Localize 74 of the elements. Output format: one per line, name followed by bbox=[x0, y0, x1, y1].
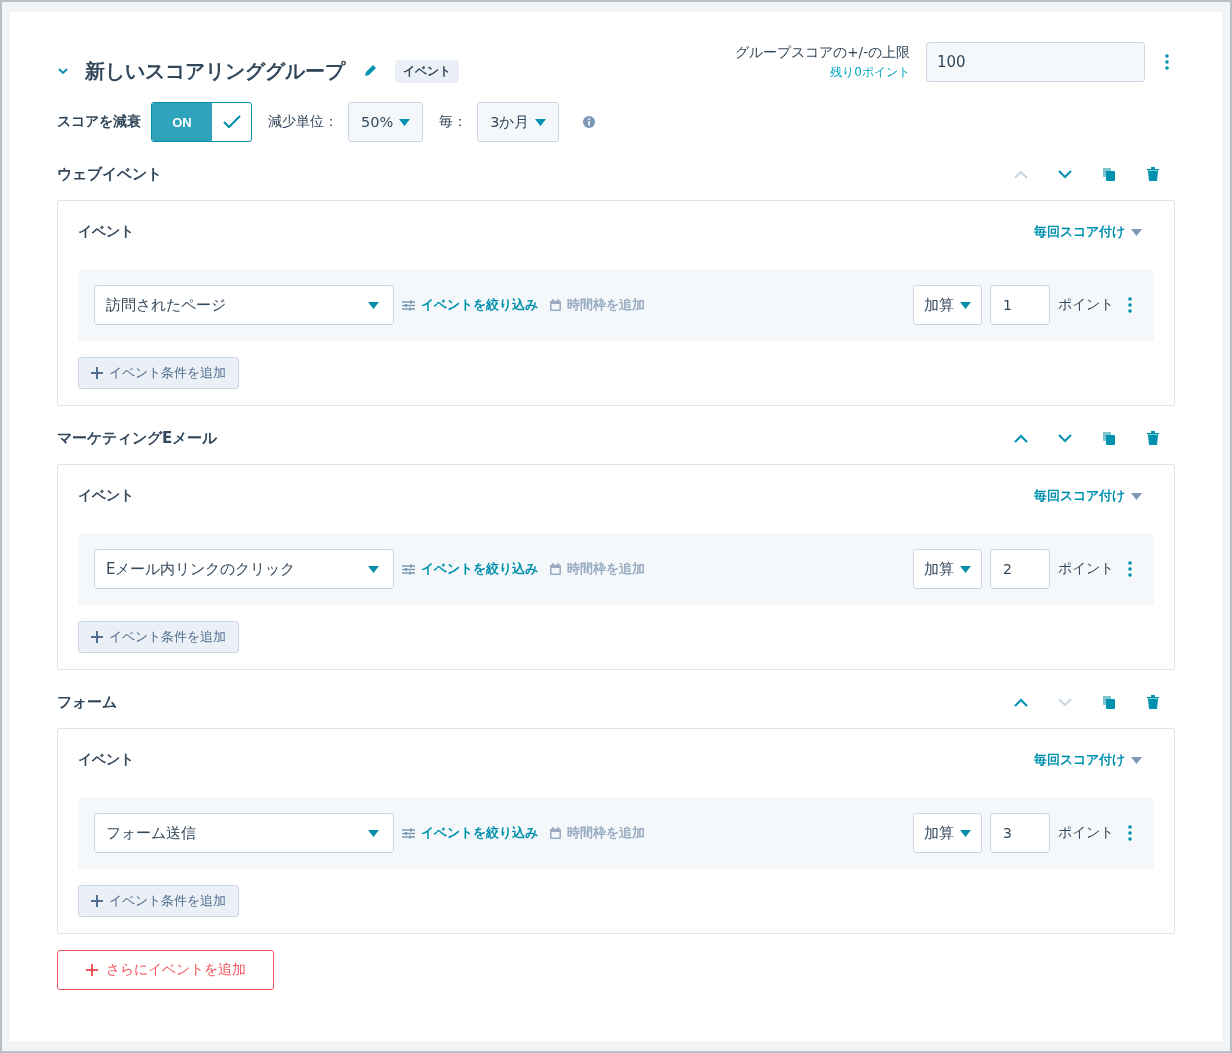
calendar-icon bbox=[550, 299, 561, 311]
unit-label: 減少単位： bbox=[268, 113, 338, 131]
decay-label: スコアを減衰 bbox=[57, 113, 141, 131]
caret-icon bbox=[1131, 228, 1142, 236]
trash-icon bbox=[1147, 167, 1159, 181]
points-label: ポイント bbox=[1058, 296, 1114, 314]
pencil-icon[interactable] bbox=[363, 64, 377, 78]
info-icon[interactable] bbox=[583, 116, 596, 128]
remaining-points: 残り0ポイント bbox=[830, 63, 910, 81]
more-icon bbox=[1128, 561, 1132, 577]
column-label: イベント bbox=[78, 751, 134, 769]
copy-icon bbox=[1103, 167, 1115, 181]
section-title: フォーム bbox=[57, 692, 117, 712]
group-title: 新しいスコアリンググループ bbox=[85, 57, 345, 85]
operation-dropdown[interactable]: 加算 bbox=[913, 549, 982, 589]
points-input-field[interactable]: 3 bbox=[990, 813, 1050, 853]
points-input-field[interactable]: 1 bbox=[990, 285, 1050, 325]
unit-dropdown[interactable]: 50% bbox=[348, 102, 424, 142]
caret-icon bbox=[368, 565, 379, 573]
chevron-icon[interactable] bbox=[57, 65, 69, 77]
event-dropdown[interactable]: 訪問されたページ bbox=[94, 285, 394, 325]
event-dropdown[interactable]: Eメール内リンクのクリック bbox=[94, 549, 394, 589]
plus-icon bbox=[91, 631, 103, 643]
sliders-icon bbox=[402, 563, 415, 575]
sliders-icon bbox=[402, 299, 415, 311]
trash-icon bbox=[1147, 431, 1159, 445]
column-label: イベント bbox=[78, 223, 134, 241]
event-dropdown[interactable]: フォーム送信 bbox=[94, 813, 394, 853]
frequency-dropdown[interactable]: 毎回スコア付け bbox=[1034, 751, 1154, 769]
add-condition-button[interactable]: イベント条件を追加 bbox=[78, 885, 239, 917]
points-label: ポイント bbox=[1058, 824, 1114, 842]
caret-icon bbox=[368, 301, 379, 309]
points-label: ポイント bbox=[1058, 560, 1114, 578]
calendar-icon bbox=[550, 827, 561, 839]
decay-toggle[interactable]: ON bbox=[151, 102, 252, 142]
period-dropdown[interactable]: 3か月 bbox=[477, 102, 560, 142]
points-input-field[interactable]: 2 bbox=[990, 549, 1050, 589]
filter-link[interactable]: イベントを絞り込み bbox=[402, 824, 538, 842]
more-icon bbox=[1128, 825, 1132, 841]
plus-icon bbox=[91, 895, 103, 907]
frequency-dropdown[interactable]: 毎回スコア付け bbox=[1034, 487, 1154, 505]
every-label: 毎： bbox=[439, 113, 468, 131]
operation-dropdown[interactable]: 加算 bbox=[913, 813, 982, 853]
check-icon bbox=[222, 115, 241, 129]
caret-icon bbox=[535, 118, 547, 126]
caret-icon bbox=[1131, 492, 1142, 500]
section-title: ウェブイベント bbox=[57, 164, 162, 184]
tag: イベント bbox=[395, 59, 459, 83]
caret-icon bbox=[960, 565, 971, 573]
sliders-icon bbox=[402, 827, 415, 839]
filter-link[interactable]: イベントを絞り込み bbox=[402, 560, 538, 578]
add-condition-button[interactable]: イベント条件を追加 bbox=[78, 357, 239, 389]
limit-input-field[interactable]: 100 bbox=[926, 42, 1145, 82]
filter-link[interactable]: イベントを絞り込み bbox=[402, 296, 538, 314]
column-label: イベント bbox=[78, 487, 134, 505]
caret-icon bbox=[960, 301, 971, 309]
limit-label: グループスコアの+/-の上限 bbox=[735, 43, 910, 62]
add-event-button[interactable]: さらにイベントを追加 bbox=[57, 950, 274, 990]
caret-icon bbox=[368, 829, 379, 837]
plus-icon bbox=[91, 367, 103, 379]
copy-icon bbox=[1103, 431, 1115, 445]
more-icon bbox=[1165, 54, 1169, 70]
trash-icon bbox=[1147, 695, 1159, 709]
more-icon bbox=[1128, 297, 1132, 313]
add-condition-button[interactable]: イベント条件を追加 bbox=[78, 621, 239, 653]
caret-icon bbox=[399, 118, 411, 126]
calendar-icon bbox=[550, 563, 561, 575]
operation-dropdown[interactable]: 加算 bbox=[913, 285, 982, 325]
frequency-dropdown[interactable]: 毎回スコア付け bbox=[1034, 223, 1154, 241]
caret-icon bbox=[960, 829, 971, 837]
section-title: マーケティングEメール bbox=[57, 428, 218, 448]
caret-icon bbox=[1131, 756, 1142, 764]
plus-icon bbox=[85, 964, 98, 976]
copy-icon bbox=[1103, 695, 1115, 709]
